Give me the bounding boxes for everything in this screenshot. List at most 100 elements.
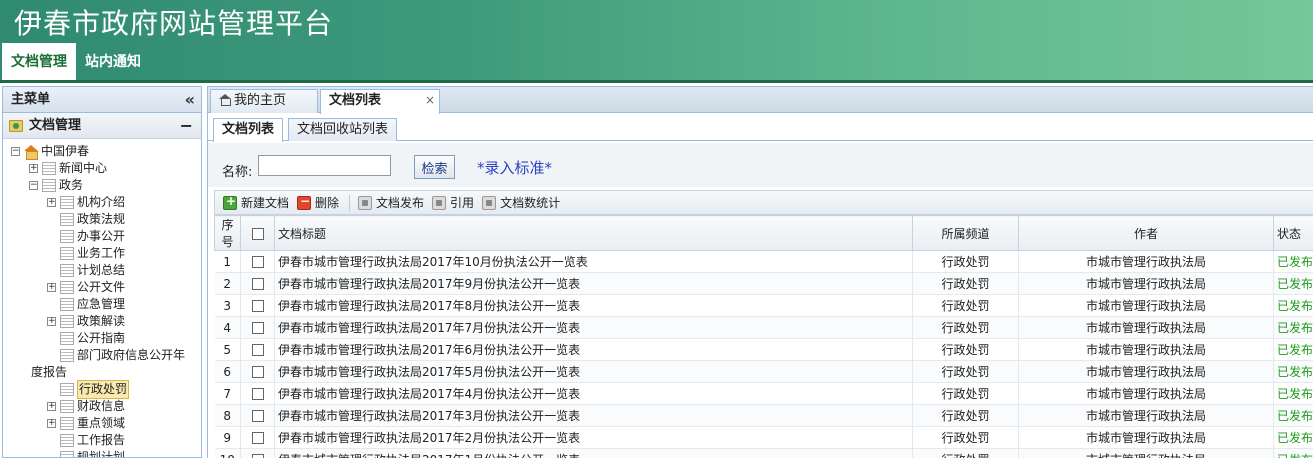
subtab-document-list[interactable]: 文档列表 — [213, 118, 284, 142]
search-input[interactable] — [258, 155, 391, 176]
sidebar-section[interactable]: 文档管理 − — [3, 113, 201, 139]
tree-node[interactable]: 应急管理 — [47, 296, 125, 313]
tree-node[interactable]: 规划计划 — [47, 449, 125, 457]
search-button[interactable]: 检索 — [414, 155, 455, 179]
tree-node[interactable]: 办事公开 — [47, 228, 125, 245]
title-cell[interactable]: 伊春市城市管理行政执法局2017年6月份执法公开一览表 — [274, 338, 913, 361]
select-cell[interactable] — [240, 250, 275, 273]
title-cell[interactable]: 伊春市城市管理行政执法局2017年10月份执法公开一览表 — [274, 250, 913, 273]
new-document-button[interactable]: 新建文档 — [223, 194, 289, 211]
tree-node[interactable]: 政策法规 — [47, 211, 125, 228]
row-checkbox[interactable] — [251, 322, 264, 334]
expand-icon[interactable]: + — [47, 419, 56, 428]
tree-node-label: 政务 — [59, 178, 84, 192]
table-row[interactable]: 9 伊春市城市管理行政执法局2017年2月份执法公开一览表 行政处罚 市城市管理行政执… — [214, 426, 1313, 449]
select-cell[interactable] — [240, 448, 275, 458]
delete-icon — [297, 194, 312, 210]
collapse-section-icon[interactable]: − — [180, 113, 193, 139]
index-cell: 1 — [214, 250, 241, 273]
collapse-icon[interactable]: − — [29, 181, 38, 190]
col-header-channel[interactable]: 所属频道 — [912, 215, 1019, 251]
tree-node[interactable]: 计划总结 — [47, 262, 125, 279]
delete-button[interactable]: 删除 — [297, 194, 339, 211]
col-header-select[interactable] — [240, 215, 275, 251]
table-row[interactable]: 5 伊春市城市管理行政执法局2017年6月份执法公开一览表 行政处罚 市城市管理行政执… — [214, 338, 1313, 361]
topnav-document-management[interactable]: 文档管理 — [2, 43, 76, 82]
expand-icon[interactable]: + — [47, 402, 56, 411]
collapse-icon[interactable]: − — [11, 147, 20, 156]
reference-button[interactable]: 引用 — [432, 194, 474, 211]
table-row[interactable]: 7 伊春市城市管理行政执法局2017年4月份执法公开一览表 行政处罚 市城市管理行政执… — [214, 382, 1313, 405]
tree-node[interactable]: + 财政信息 — [47, 398, 125, 415]
tree-node[interactable]: 部门政府信息公开年 — [47, 347, 185, 364]
expand-icon[interactable]: + — [47, 283, 56, 292]
select-cell[interactable] — [240, 272, 275, 295]
title-cell[interactable]: 伊春市城市管理行政执法局2017年3月份执法公开一览表 — [274, 404, 913, 427]
close-icon[interactable]: × — [425, 89, 435, 111]
sidebar-title: 主菜单 — [11, 92, 51, 107]
table-row[interactable]: 10 伊春市城市管理行政执法局2017年1月份执法公开一览表行政处罚市城市管理行政… — [214, 448, 1313, 458]
expand-icon[interactable]: + — [47, 198, 56, 207]
document-table: 序号 文档标题 所属频道 作者 状态 1 伊春市城市管理行政执法局2017年10月… — [214, 215, 1313, 458]
col-header-title[interactable]: 文档标题 — [274, 215, 913, 251]
expand-icon[interactable]: + — [29, 164, 38, 173]
subtab-recycle-bin[interactable]: 文档回收站列表 — [288, 118, 398, 141]
title-cell[interactable]: 伊春市城市管理行政执法局2017年8月份执法公开一览表 — [274, 294, 913, 317]
expand-icon[interactable]: + — [47, 317, 56, 326]
title-cell[interactable]: 伊春市城市管理行政执法局2017年2月份执法公开一览表 — [274, 426, 913, 449]
tree-node[interactable]: 工作报告 — [47, 432, 125, 449]
table-row[interactable]: 8 伊春市城市管理行政执法局2017年3月份执法公开一览表 行政处罚 市城市管理行政执… — [214, 404, 1313, 427]
title-cell[interactable]: 伊春市城市管理行政执法局2017年5月份执法公开一览表 — [274, 360, 913, 383]
title-cell[interactable]: 伊春市城市管理行政执法局2017年9月份执法公开一览表 — [274, 272, 913, 295]
table-row[interactable]: 2 伊春市城市管理行政执法局2017年9月份执法公开一览表 行政处罚 市城市管理行政执… — [214, 272, 1313, 295]
topnav-site-notifications[interactable]: 站内通知 — [76, 43, 150, 82]
tree-node[interactable]: 行政处罚 — [47, 380, 130, 399]
tree-node[interactable]: + 重点领域 — [47, 415, 125, 432]
tree-node[interactable]: + 新闻中心 — [29, 160, 107, 177]
row-checkbox[interactable] — [251, 410, 264, 422]
row-checkbox[interactable] — [251, 256, 264, 268]
tree-node[interactable]: − 中国伊春 — [11, 143, 89, 160]
row-checkbox[interactable] — [251, 278, 264, 290]
statistics-button[interactable]: 文档数统计 — [482, 194, 560, 211]
row-checkbox[interactable] — [251, 366, 264, 378]
select-cell[interactable] — [240, 426, 275, 449]
select-cell[interactable] — [240, 294, 275, 317]
select-cell[interactable] — [240, 404, 275, 427]
title-cell[interactable]: 伊春市城市管理行政执法局2017年7月份执法公开一览表 — [274, 316, 913, 339]
sidebar-section-title: 文档管理 — [29, 117, 82, 133]
tree-node[interactable]: 业务工作 — [47, 245, 125, 262]
row-checkbox[interactable] — [251, 344, 264, 356]
tree-node-label: 公开指南 — [77, 331, 126, 345]
row-checkbox[interactable] — [251, 454, 264, 458]
tree-node[interactable]: + 公开文件 — [47, 279, 125, 296]
select-cell[interactable] — [240, 360, 275, 383]
tree-node[interactable]: + 机构介绍 — [47, 194, 125, 211]
tree-node-label: 政策法规 — [77, 212, 126, 226]
channel-cell: 行政处罚 — [912, 448, 1019, 458]
new-document-label: 新建文档 — [241, 196, 290, 210]
row-checkbox[interactable] — [251, 388, 264, 400]
col-header-status[interactable]: 状态 — [1273, 215, 1313, 251]
select-cell[interactable] — [240, 382, 275, 405]
tree-node-label: 部门政府信息公开年 — [77, 348, 186, 362]
tree-node[interactable]: + 政策解读 — [47, 313, 125, 330]
tab-document-list[interactable]: 文档列表 × — [320, 89, 440, 114]
table-row[interactable]: 1 伊春市城市管理行政执法局2017年10月份执法公开一览表 行政处罚 市城市管理行政… — [214, 250, 1313, 273]
select-all-checkbox[interactable] — [251, 227, 264, 240]
title-cell[interactable]: 伊春市城市管理行政执法局2017年4月份执法公开一览表 — [274, 382, 913, 405]
table-row[interactable]: 4 伊春市城市管理行政执法局2017年7月份执法公开一览表 行政处罚 市城市管理行政执… — [214, 316, 1313, 339]
table-row[interactable]: 6 伊春市城市管理行政执法局2017年5月份执法公开一览表 行政处罚 市城市管理行政执… — [214, 360, 1313, 383]
select-cell[interactable] — [240, 316, 275, 339]
row-checkbox[interactable] — [251, 300, 264, 312]
select-cell[interactable] — [240, 338, 275, 361]
table-row[interactable]: 3 伊春市城市管理行政执法局2017年8月份执法公开一览表 行政处罚 市城市管理行政执… — [214, 294, 1313, 317]
col-header-author[interactable]: 作者 — [1018, 215, 1274, 251]
row-checkbox[interactable] — [251, 432, 264, 444]
title-cell[interactable]: 伊春市城市管理行政执法局2017年1月份执法公开一览表 — [274, 448, 913, 458]
collapse-sidebar-icon[interactable]: « — [185, 87, 195, 113]
tree-node[interactable]: 公开指南 — [47, 330, 125, 347]
tree-node[interactable]: − 政务 — [29, 177, 83, 194]
tab-my-home[interactable]: 我的主页 — [210, 89, 318, 113]
publish-button[interactable]: 文档发布 — [358, 194, 424, 211]
